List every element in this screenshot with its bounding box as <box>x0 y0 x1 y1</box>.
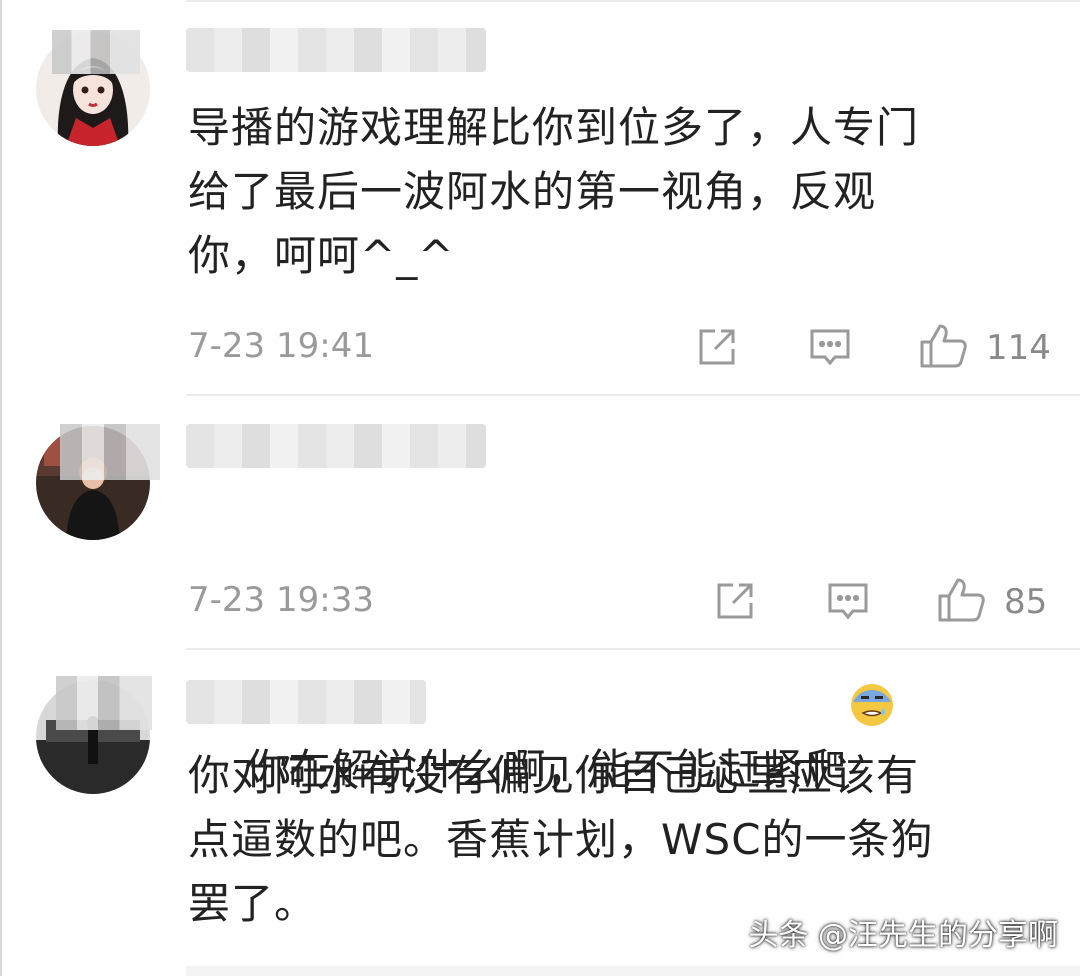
username-blurred[interactable] <box>186 680 426 724</box>
thumbs-up-icon <box>936 576 986 628</box>
username-blurred[interactable] <box>186 28 486 72</box>
comment-time: 7-23 19:41 <box>188 326 374 366</box>
avatar-pixelated-overlay <box>56 676 152 730</box>
like-button[interactable]: 85 <box>936 576 1047 628</box>
username-blurred[interactable] <box>186 424 486 468</box>
watermark: 头条 @汪先生的分享啊 <box>748 918 1058 953</box>
comment-item: 导播的游戏理解比你到位多了，人专门 给了最后一波阿水的第一视角，反观 你，呵呵^… <box>0 0 1080 394</box>
avatar-pixelated-overlay <box>60 424 160 480</box>
like-count: 85 <box>1004 582 1048 622</box>
like-count: 114 <box>986 328 1051 368</box>
share-icon[interactable] <box>694 324 740 370</box>
thumbs-up-icon <box>918 322 968 374</box>
like-button[interactable]: 114 <box>918 322 1051 374</box>
comment-text: 导播的游戏理解比你到位多了，人专门 给了最后一波阿水的第一视角，反观 你，呵呵^… <box>188 103 920 280</box>
comment-text: 你对阿水有没有偏见你自己心里应该有 点逼数的吧。香蕉计划，WSC的一条狗 罢了。 <box>188 751 934 928</box>
comment-time: 7-23 19:33 <box>188 580 374 620</box>
comment-item: 你在解说什么啊，能不能赶紧爬 7-23 19:33 85 <box>0 396 1080 794</box>
reply-comment-icon[interactable] <box>806 324 854 372</box>
reply-comment-icon[interactable] <box>824 578 872 626</box>
share-icon[interactable] <box>712 578 758 624</box>
avatar-pixelated-overlay <box>52 30 140 74</box>
bottom-divider <box>186 966 1080 976</box>
